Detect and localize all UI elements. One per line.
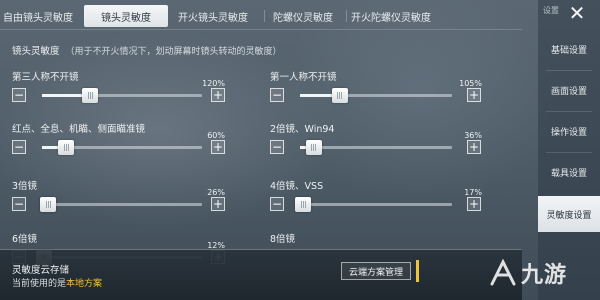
cloud-storage-title: 灵敏度云存储 — [12, 265, 70, 276]
section-title-text: 镜头灵敏度 — [12, 46, 60, 57]
sidebar-divider — [546, 70, 592, 71]
sidebar-item-label: 基础设置 — [550, 45, 587, 56]
sidebar-divider — [546, 111, 592, 112]
section-hint: （用于不开火情况下，划动屏幕时镜头转动的灵敏度） — [65, 47, 282, 57]
increase-button[interactable]: + — [467, 140, 481, 154]
setting-value: 26% — [207, 188, 225, 197]
setting-value: 120% — [202, 79, 225, 88]
sidebar-item-label: 画面设置 — [550, 86, 587, 97]
accent-bar — [416, 260, 419, 282]
setting-value: 60% — [207, 131, 225, 140]
cloud-storage-status: 当前使用的是本地方案 — [12, 276, 102, 289]
close-icon[interactable]: ✕ — [566, 2, 588, 24]
sidebar-item-label: 灵敏度设置 — [546, 210, 592, 221]
sidebar-divider — [546, 152, 592, 153]
tab-label: 开火镜头灵敏度 — [178, 12, 248, 24]
watermark-text: 九游 — [521, 263, 568, 288]
jiuyou-logo-icon — [490, 258, 516, 286]
setting-label: 8倍镜 — [270, 234, 296, 245]
setting-label: 4倍镜、VSS — [270, 181, 324, 192]
tab-gyroscope[interactable]: 陀螺仪灵敏度 — [264, 5, 342, 27]
setting-label: 红点、全息、机瞄、侧面瞄准镜 — [12, 124, 146, 135]
setting-value: 17% — [464, 188, 482, 197]
sidebar-item-controls[interactable]: 操作设置 — [538, 113, 600, 149]
tab-label: 镜头灵敏度 — [101, 12, 151, 24]
setting-value: 36% — [464, 131, 482, 140]
slider-thumb[interactable] — [305, 140, 322, 155]
tab-fire-gyroscope[interactable]: 开火陀螺仪灵敏度 — [346, 5, 436, 27]
decrease-button[interactable]: − — [12, 88, 26, 102]
sensitivity-slider[interactable] — [42, 88, 202, 103]
setting-value: 105% — [459, 79, 482, 88]
section-title: 镜头灵敏度 （用于不开火情况下，划动屏幕时镜头转动的灵敏度） — [12, 43, 282, 57]
sidebar-item-label: 载具设置 — [550, 168, 587, 179]
slider-thumb[interactable] — [58, 140, 74, 155]
sensitivity-slider[interactable] — [40, 197, 202, 212]
decrease-button[interactable]: − — [270, 88, 284, 102]
tabs-divider — [0, 29, 522, 30]
sensitivity-tabs: 自由镜头灵敏度 镜头灵敏度 开火镜头灵敏度 陀螺仪灵敏度 开火陀螺仪灵敏度 — [0, 5, 522, 27]
sidebar-item-vehicle[interactable]: 载具设置 — [538, 154, 600, 190]
increase-button[interactable]: + — [211, 140, 225, 154]
increase-button[interactable]: + — [211, 88, 225, 102]
setting-label: 第一人称不开镜 — [270, 72, 337, 83]
sensitivity-slider[interactable] — [300, 140, 452, 155]
slider-thumb[interactable] — [331, 88, 348, 103]
sidebar-top-label: 设置 — [543, 6, 559, 15]
tab-label: 陀螺仪灵敏度 — [273, 12, 333, 24]
tab-fire-camera[interactable]: 开火镜头灵敏度 — [168, 5, 258, 27]
sidebar-item-graphics[interactable]: 画面设置 — [538, 72, 600, 108]
slider-thumb[interactable] — [82, 88, 98, 103]
setting-label: 3倍镜 — [12, 181, 38, 192]
sidebar-item-label: 操作设置 — [550, 127, 587, 138]
setting-label: 6倍镜 — [12, 234, 38, 245]
sensitivity-slider[interactable] — [295, 197, 452, 212]
cloud-storage-bar — [0, 250, 522, 300]
tab-label: 自由镜头灵敏度 — [3, 12, 73, 24]
slider-thumb[interactable] — [295, 197, 312, 212]
status-prefix: 当前使用的是 — [12, 279, 67, 289]
increase-button[interactable]: + — [211, 197, 225, 211]
increase-button[interactable]: + — [467, 88, 481, 102]
tab-free-camera[interactable]: 自由镜头灵敏度 — [0, 5, 76, 27]
tab-camera[interactable]: 镜头灵敏度 — [84, 5, 168, 27]
sidebar-item-basic[interactable]: 基础设置 — [538, 31, 600, 67]
decrease-button[interactable]: − — [270, 140, 284, 154]
tab-label: 开火陀螺仪灵敏度 — [351, 12, 431, 24]
increase-button[interactable]: + — [467, 197, 481, 211]
setting-label: 2倍镜、Win94 — [270, 124, 335, 135]
decrease-button[interactable]: − — [270, 197, 284, 211]
sensitivity-slider[interactable] — [300, 88, 452, 103]
decrease-button[interactable]: − — [12, 140, 26, 154]
decrease-button[interactable]: − — [12, 197, 26, 211]
current-plan-name: 本地方案 — [66, 279, 103, 289]
cloud-plan-manage-button[interactable]: 云端方案管理 — [341, 262, 411, 280]
slider-thumb[interactable] — [40, 197, 57, 212]
sidebar-item-sensitivity[interactable]: 灵敏度设置 — [538, 196, 600, 232]
sensitivity-slider[interactable] — [42, 140, 202, 155]
watermark-logo: 九游 — [488, 257, 567, 289]
setting-label: 第三人称不开镜 — [12, 72, 79, 83]
